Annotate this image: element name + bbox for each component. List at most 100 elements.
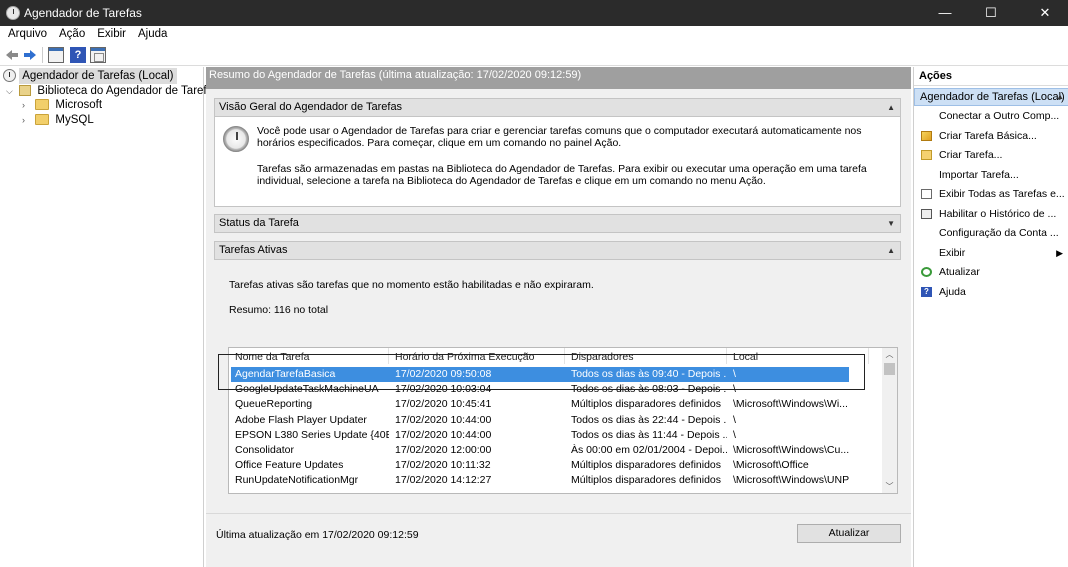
table-row[interactable]: Consolidator 17/02/2020 12:00:00 Às 00:00 … [231,443,849,458]
clock-icon [3,69,16,82]
scheduler-clock-icon [223,126,249,152]
scroll-thumb[interactable] [884,363,895,375]
actions-group-label: Agendador de Tarefas (Local) [920,91,1065,103]
table-cell: \Microsoft\Windows\Cu... [733,444,850,456]
action-item-label: Importar Tarefa... [939,168,1019,181]
tree-item-label: Microsoft [55,99,103,111]
help-icon: ? [921,286,932,297]
chevron-right-icon[interactable]: › [22,112,32,128]
table-cell: Múltiplos disparadores definidos [571,459,721,472]
active-tasks-section-header[interactable]: Tarefas Ativas ▲ [214,241,901,260]
summary-pane: Resumo do Agendador de Tarefas (última a… [206,67,911,567]
tree-item-label: Agendador de Tarefas (Local) [19,68,177,84]
action-pane-icon[interactable] [90,47,106,63]
maximize-button[interactable]: ☐ [968,0,1014,26]
table-cell: 17/02/2020 14:12:27 [395,474,492,487]
action-item[interactable]: Exibir Todas as Tarefas e... [914,185,1068,203]
task-scheduler-app-icon [6,6,20,20]
table-cell: Office Feature Updates [235,459,344,472]
scroll-down-icon[interactable]: ﹀ [882,480,897,493]
collapse-icon[interactable]: ▲ [887,242,895,259]
action-item[interactable]: Configuração da Conta ... [914,224,1068,242]
actions-title: Ações [914,67,1068,86]
table-cell: \ [733,413,736,426]
console-tree-icon[interactable] [48,47,64,63]
action-item-label: Criar Tarefa... [939,149,1003,161]
table-cell: \Microsoft\Windows\UNP [733,474,850,487]
table-cell: 17/02/2020 10:44:00 [395,413,492,426]
action-item-label: Conectar a Outro Comp... [939,110,1060,122]
action-item-label: Exibir Todas as Tarefas e... [939,188,1065,200]
menu-arquivo[interactable]: Arquivo [0,26,53,40]
chevron-right-icon[interactable]: › [22,97,32,113]
tree-item-scheduler-local[interactable]: Agendador de Tarefas (Local) [3,68,177,84]
window-title: Agendador de Tarefas [24,6,142,20]
table-cell: \Microsoft\Office [733,459,809,472]
menu-exibir[interactable]: Exibir [91,26,132,40]
collapse-icon[interactable]: ▲ [1056,89,1064,105]
title-bar: Agendador de Tarefas — ☐ ✕ [0,0,1068,26]
summary-footer: Última atualização em 17/02/2020 09:12:5… [206,513,911,567]
chevron-down-icon[interactable]: ⌵ [6,83,16,99]
action-item-label: Atualizar [939,266,980,278]
back-arrow-icon[interactable] [4,47,20,63]
scroll-up-icon[interactable]: ︿ [882,348,897,361]
help-icon[interactable]: ? [70,47,86,63]
vertical-scrollbar[interactable]: ︿ ﹀ [882,348,897,493]
action-item-label: Exibir [939,246,966,259]
menu-ajuda[interactable]: Ajuda [132,26,173,40]
table-row[interactable]: EPSON L380 Series Update {40E... 17/02/20… [231,428,849,443]
submenu-arrow-icon: ▶ [1056,247,1063,258]
action-item[interactable]: Criar Tarefa Básica... [914,127,1068,145]
annotation-highlight-box [218,354,865,390]
wizard-icon [921,130,932,141]
task-status-section-header[interactable]: Status da Tarefa ▼ [214,214,901,233]
last-update-text: Última atualização em 17/02/2020 09:12:5… [216,529,419,541]
close-button[interactable]: ✕ [1022,0,1068,26]
table-row[interactable]: Office Feature Updates 17/02/2020 10:11:3… [231,458,849,473]
tree-item-microsoft[interactable]: › Microsoft [22,97,105,113]
summary-header: Resumo do Agendador de Tarefas (última a… [206,67,911,89]
action-item-label: Criar Tarefa Básica... [939,129,1037,142]
actions-pane: Ações Agendador de Tarefas (Local) ▲ Con… [913,67,1068,567]
table-cell: Adobe Flash Player Updater [235,413,367,426]
action-item[interactable]: Conectar a Outro Comp... [914,107,1068,125]
action-item[interactable]: Atualizar [914,263,1068,281]
table-row[interactable]: QueueReporting 17/02/2020 10:45:41 Múltipl… [231,397,849,412]
action-item[interactable]: Criar Tarefa... [914,146,1068,164]
action-item-label: Ajuda [939,285,966,298]
overview-paragraph: Você pode usar o Agendador de Tarefas pa… [257,125,862,149]
overview-section-header[interactable]: Visão Geral do Agendador de Tarefas ▲ [214,98,901,117]
overview-paragraph: Tarefas são armazenadas em pastas na Bib… [257,163,867,187]
library-folder-icon [19,85,32,96]
action-item[interactable]: Habilitar o Histórico de ... [914,205,1068,223]
action-item[interactable]: ? Ajuda [914,283,1068,301]
tree-item-label: MySQL [55,114,94,126]
menu-bar: Arquivo Ação Exibir Ajuda [0,26,1068,44]
table-cell: 17/02/2020 12:00:00 [395,444,492,456]
action-item-label: Configuração da Conta ... [939,227,1059,239]
folder-icon [35,99,50,110]
minimize-button[interactable]: — [922,0,968,26]
overview-section-body: Você pode usar o Agendador de Tarefas pa… [214,117,901,207]
expand-icon[interactable]: ▼ [887,215,895,232]
menu-acao[interactable]: Ação [53,26,91,40]
history-icon [921,208,932,219]
actions-group-header[interactable]: Agendador de Tarefas (Local) ▲ [914,88,1068,106]
action-item-label: Habilitar o Histórico de ... [939,207,1057,220]
action-item[interactable]: Exibir ▶ [914,244,1068,262]
tree-item-mysql[interactable]: › MySQL [22,112,97,128]
forward-arrow-icon[interactable] [22,47,38,63]
refresh-button[interactable]: Atualizar [797,524,901,543]
table-cell: QueueReporting [235,398,313,411]
action-item[interactable]: Importar Tarefa... [914,166,1068,184]
table-cell: 17/02/2020 10:45:41 [395,398,492,411]
table-row[interactable]: Adobe Flash Player Updater 17/02/2020 10:… [231,413,849,428]
table-cell: Todos os dias às 22:44 - Depois ... [571,413,727,426]
table-row[interactable]: RunUpdateNotificationMgr 17/02/2020 14:12… [231,473,849,488]
collapse-icon[interactable]: ▲ [887,99,895,116]
table-cell: \Microsoft\Windows\Wi... [733,398,848,411]
section-title: Status da Tarefa [219,217,299,229]
table-cell: EPSON L380 Series Update {40E... [235,428,389,441]
list-icon [921,189,932,199]
